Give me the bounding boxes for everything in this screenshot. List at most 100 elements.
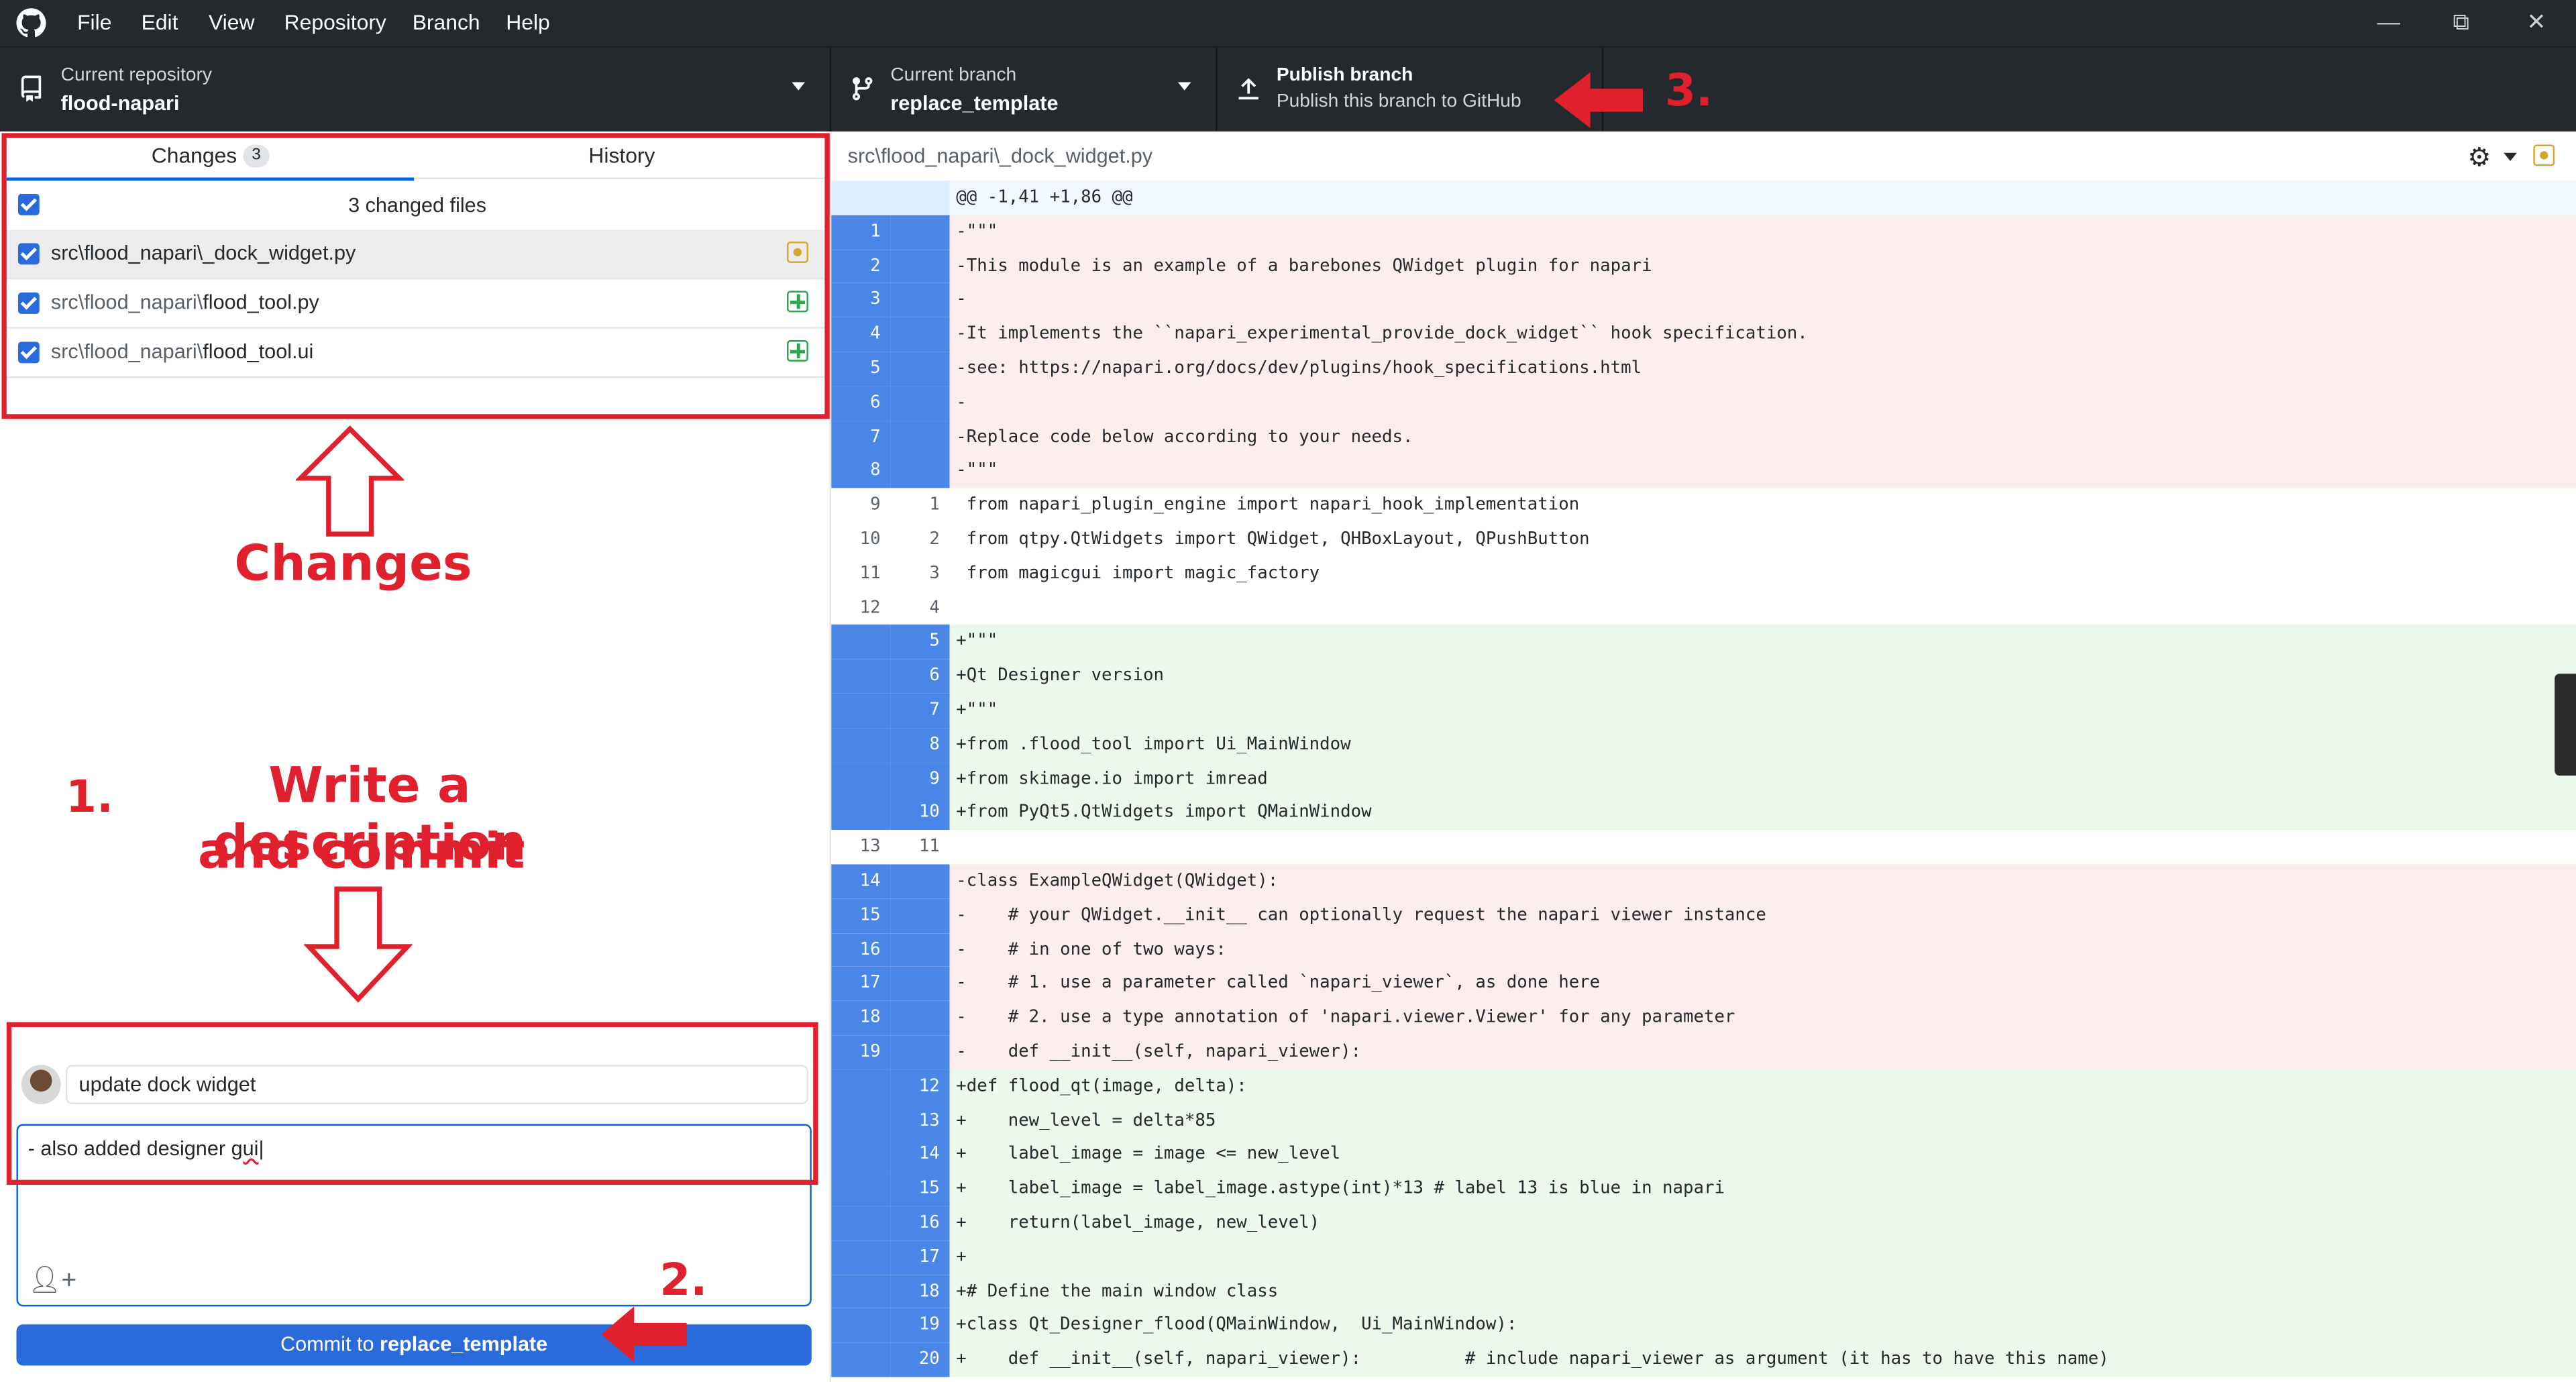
diff-line[interactable]: 8 -""" bbox=[831, 454, 2576, 488]
diff-line[interactable]: 14 -class ExampleQWidget(QWidget): bbox=[831, 864, 2576, 899]
line-code: -""" bbox=[956, 460, 998, 481]
diff-line[interactable]: 91 from napari_plugin_engine import napa… bbox=[831, 488, 2576, 523]
current-branch-button[interactable]: Current branch replace_template bbox=[831, 48, 1218, 134]
diff-line[interactable]: 11 3 from magicgui import magic_factory bbox=[831, 556, 2576, 591]
commit-button[interactable]: Commit to replace_template bbox=[16, 1324, 812, 1366]
gear-icon[interactable]: ⚙ bbox=[2467, 142, 2491, 174]
close-icon[interactable]: ✕ bbox=[2527, 8, 2546, 36]
repo-icon bbox=[21, 75, 42, 102]
new-line-number bbox=[890, 898, 950, 933]
hunk-header[interactable]: @@ -1,41 +1,86 @@ bbox=[831, 180, 2576, 215]
diff-line[interactable]: 20 + def __init__(self, napari_viewer): #… bbox=[831, 1342, 2576, 1377]
old-line-number bbox=[831, 180, 891, 215]
diff-line[interactable]: 1 -""" bbox=[831, 215, 2576, 250]
old-line-number bbox=[831, 727, 891, 762]
new-line-number: 19 bbox=[890, 1308, 950, 1343]
new-line-number bbox=[890, 1001, 950, 1036]
old-line-number: 16 bbox=[831, 933, 891, 967]
line-code: from magicgui import magic_factory bbox=[956, 563, 1320, 584]
diff-line[interactable]: 6 +Qt Designer version bbox=[831, 659, 2576, 694]
diff-line[interactable]: 13 + new_level = delta*85 bbox=[831, 1104, 2576, 1138]
diff-line[interactable]: 7 +""" bbox=[831, 693, 2576, 728]
line-code: +from PyQt5.QtWidgets import QMainWindow bbox=[956, 802, 1372, 822]
diff-line[interactable]: 3- bbox=[831, 283, 2576, 318]
old-line-number: 19 bbox=[831, 1035, 891, 1070]
diff-line[interactable]: 5 -see: https://napari.org/docs/dev/plugi… bbox=[831, 352, 2576, 386]
diff-line[interactable]: 10 +from PyQt5.QtWidgets import QMainWind… bbox=[831, 796, 2576, 831]
left-arrow-icon bbox=[1554, 72, 1643, 129]
new-line-number: 20 bbox=[890, 1342, 950, 1377]
line-code: + new_level = delta*85 bbox=[956, 1110, 1216, 1130]
diff-line[interactable]: 18 - # 2. use a type annotation of 'napar… bbox=[831, 1001, 2576, 1036]
diff-line[interactable]: 12 +def flood_qt(image, delta): bbox=[831, 1069, 2576, 1104]
new-line-number: 14 bbox=[890, 1137, 950, 1172]
diff-line[interactable]: 16 - # in one of two ways: bbox=[831, 933, 2576, 967]
new-line-number bbox=[890, 352, 950, 386]
old-line-number: 13 bbox=[831, 830, 891, 865]
old-line-number: 6 bbox=[831, 386, 891, 421]
old-line-number bbox=[831, 1137, 891, 1172]
line-code: + label_image = label_image.astype(int)*… bbox=[956, 1178, 1725, 1199]
line-code: @@ -1,41 +1,86 @@ bbox=[956, 187, 1133, 207]
old-line-number: 15 bbox=[831, 898, 891, 933]
new-line-number bbox=[890, 283, 950, 318]
old-line-number bbox=[831, 625, 891, 659]
floating-toolbar[interactable] bbox=[2555, 674, 2576, 776]
publish-subtitle: Publish this branch to GitHub bbox=[1276, 92, 1521, 112]
app-window: File Edit View Repository Branch Help — … bbox=[0, 0, 2576, 1382]
old-line-number bbox=[831, 1069, 891, 1104]
chevron-down-icon[interactable] bbox=[2504, 152, 2517, 162]
menu-edit[interactable]: Edit bbox=[142, 10, 178, 35]
line-code: - # 1. use a parameter called `napari_vi… bbox=[956, 973, 1601, 994]
diff-line[interactable]: 6- bbox=[831, 386, 2576, 421]
menu-help[interactable]: Help bbox=[506, 10, 550, 35]
new-line-number: 15 bbox=[890, 1171, 950, 1206]
new-line-number: 17 bbox=[890, 1240, 950, 1275]
diff-line[interactable]: 16 + return(label_image, new_level) bbox=[831, 1206, 2576, 1240]
diff-line[interactable]: 18 +# Define the main window class bbox=[831, 1274, 2576, 1309]
menu-file[interactable]: File bbox=[77, 10, 111, 35]
old-line-number bbox=[831, 1308, 891, 1343]
diff-line[interactable]: 5 +""" bbox=[831, 625, 2576, 659]
diff-line[interactable]: 15 - # your QWidget.__init__ can optional… bbox=[831, 898, 2576, 933]
annotation-box-files bbox=[1, 133, 830, 419]
diff-line[interactable]: 19 +class Qt_Designer_flood(QMainWindow, … bbox=[831, 1308, 2576, 1343]
add-coauthor-icon[interactable]: 👤︎+ bbox=[28, 1264, 77, 1297]
menu-view[interactable]: View bbox=[209, 10, 254, 35]
minimize-icon[interactable]: — bbox=[2377, 8, 2400, 34]
new-line-number bbox=[890, 1035, 950, 1070]
new-line-number: 4 bbox=[890, 590, 950, 625]
commit-button-branch: replace_template bbox=[380, 1332, 548, 1356]
diff-line[interactable]: 15 + label_image = label_image.astype(int… bbox=[831, 1171, 2576, 1206]
menu-repository[interactable]: Repository bbox=[284, 10, 386, 35]
publish-branch-button[interactable]: Publish branch Publish this branch to Gi… bbox=[1218, 48, 1604, 134]
menu-branch[interactable]: Branch bbox=[413, 10, 480, 35]
old-line-number: 5 bbox=[831, 352, 891, 386]
old-line-number: 10 bbox=[831, 522, 891, 557]
new-line-number: 16 bbox=[890, 1206, 950, 1240]
line-code: -""" bbox=[956, 221, 998, 242]
diff-line[interactable]: 10 2 from qtpy.QtWidgets import QWidget, … bbox=[831, 522, 2576, 557]
annotation-changes: Changes bbox=[234, 535, 472, 594]
diff-file-path: src\flood_napari\_dock_widget.py bbox=[847, 144, 1153, 168]
diff-line[interactable]: 14 + label_image = image <= new_level bbox=[831, 1137, 2576, 1172]
diff-line[interactable]: 4 -It implements the ``napari_experimenta… bbox=[831, 317, 2576, 352]
line-code: +# Define the main window class bbox=[956, 1281, 1279, 1301]
diff-header: src\flood_napari\_dock_widget.py ⚙ bbox=[831, 131, 2576, 182]
diff-line[interactable]: 13 11 bbox=[831, 830, 2576, 865]
restore-icon[interactable]: ⧉ bbox=[2453, 8, 2469, 36]
current-repository-button[interactable]: Current repository flood-napari bbox=[0, 48, 832, 134]
old-line-number bbox=[831, 1171, 891, 1206]
diff-line[interactable]: 8 +from .flood_tool import Ui_MainWindow bbox=[831, 727, 2576, 762]
diff-line[interactable]: 19 - def __init__(self, napari_viewer): bbox=[831, 1035, 2576, 1070]
diff-line[interactable]: 17 + bbox=[831, 1240, 2576, 1275]
diff-line[interactable]: 2 -This module is an example of a barebon… bbox=[831, 249, 2576, 284]
diff-line[interactable]: 12 4 bbox=[831, 590, 2576, 625]
diff-line[interactable]: 9 +from skimage.io import imread bbox=[831, 761, 2576, 796]
diff-line[interactable]: 7 -Replace code below according to your n… bbox=[831, 420, 2576, 455]
diff-line[interactable]: 17 - # 1. use a parameter called `napari_… bbox=[831, 967, 2576, 1002]
new-line-number: 2 bbox=[890, 522, 950, 557]
github-logo-icon bbox=[16, 8, 46, 38]
line-code: from napari_plugin_engine import napari_… bbox=[956, 494, 1580, 515]
